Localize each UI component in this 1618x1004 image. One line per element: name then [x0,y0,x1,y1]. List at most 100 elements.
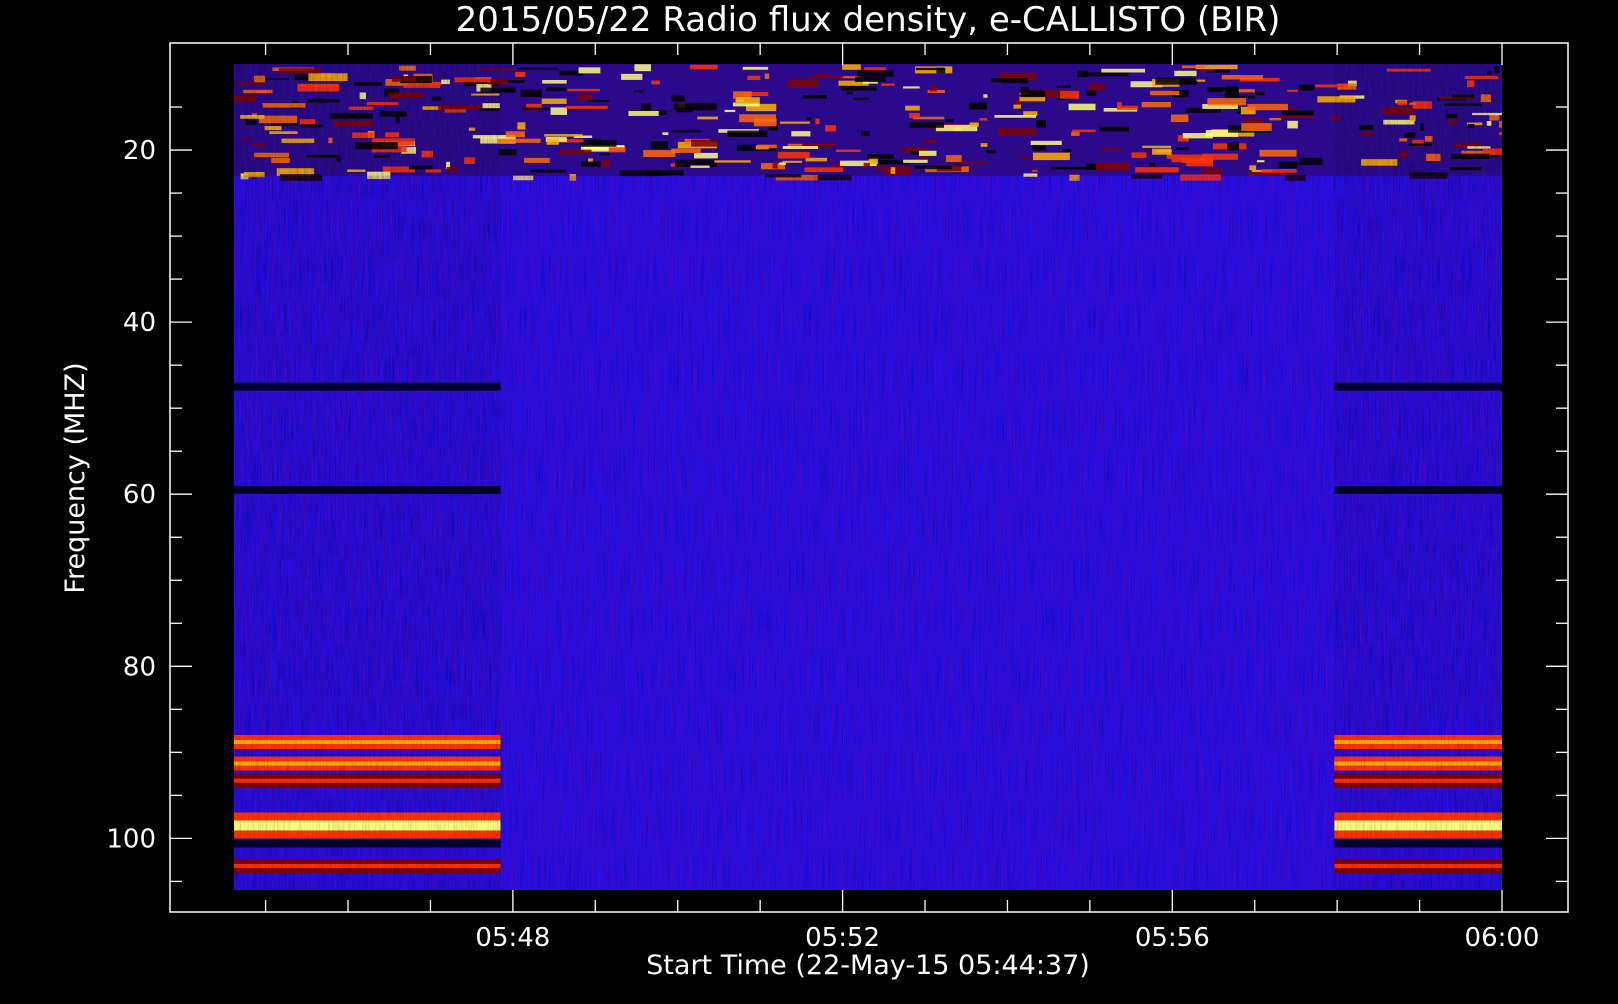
interference-speckle [1298,84,1315,91]
interference-speckle [861,130,870,136]
interference-speckle [980,143,988,147]
interference-speckle [867,153,895,159]
interference-speckle [676,107,693,113]
interference-speckle [1175,147,1189,150]
spectrogram-figure: 2015/05/22 Radio flux density, e-CALLIST… [0,0,1618,1000]
interference-speckle [842,64,861,70]
interference-speckle [1278,115,1314,118]
interference-speckle [520,89,542,98]
interference-speckle [530,169,567,173]
interference-speckle [546,138,559,145]
interference-speckle [550,107,568,115]
interference-speckle [736,97,760,104]
interference-speckle [1152,148,1172,155]
interference-speckle [782,145,819,149]
interference-speckle [633,90,643,93]
interference-speckle [1182,132,1213,139]
interference-speckle [1102,147,1122,151]
interference-speckle [691,139,718,147]
x-tick-label: 06:00 [1465,923,1540,953]
plot-area [234,64,1502,890]
chart-title: 2015/05/22 Radio flux density, e-CALLIST… [456,0,1281,40]
interference-speckle [909,121,945,128]
interference-speckle [918,150,937,156]
interference-speckle [566,105,608,109]
y-tick-label: 100 [106,824,156,854]
interference-speckle [1150,90,1180,96]
interference-speckle [890,167,896,174]
interference-speckle [1259,149,1297,157]
interference-speckle [497,138,541,143]
interference-speckle [1077,70,1088,78]
interference-speckle [914,165,953,170]
interference-speckle [836,149,861,153]
interference-speckle [1019,96,1046,102]
interference-speckle [1281,110,1314,116]
interference-speckle [580,139,617,147]
interference-speckle [643,150,676,158]
interference-speckle [969,102,987,110]
interference-speckle [544,134,583,137]
interference-speckle [772,161,778,169]
interference-speckle [1198,69,1214,72]
interference-speckle [542,80,567,84]
interference-speckle [1287,89,1298,92]
interference-speckle [959,161,987,164]
interference-speckle [747,75,761,81]
interference-speckle [608,147,626,153]
interference-speckle [994,115,1037,118]
interference-speckle [587,99,609,102]
interference-speckle [1278,161,1298,169]
interference-speckle [815,118,820,125]
interference-speckle [1059,91,1080,99]
x-tick-label: 05:52 [805,923,880,953]
interference-speckle [1256,160,1265,163]
interference-speckle [1116,105,1138,110]
interference-speckle [903,159,928,163]
interference-speckle [1072,129,1096,133]
interference-speckle [558,149,592,155]
interference-speckle [757,144,777,149]
interference-speckle [936,67,946,74]
interference-speckle [662,132,669,136]
interference-speckle [567,88,600,92]
x-tick-label: 05:56 [1135,923,1210,953]
interference-speckle [910,150,921,155]
spectrogram-chart: 2015/05/22 Radio flux density, e-CALLIST… [60,0,1569,981]
interference-speckle [1181,65,1205,69]
interference-speckle [650,141,668,149]
interference-speckle [764,73,770,79]
interference-speckle [1255,91,1265,96]
interference-speckle [1020,86,1030,91]
interference-speckle [1174,70,1197,77]
interference-speckle [857,70,894,77]
interference-speckle [521,107,550,111]
interference-speckle [690,64,718,70]
interference-speckle [505,131,525,138]
interference-speckle [714,160,751,163]
interference-speckle [516,67,558,70]
interference-speckle [1498,132,1502,136]
interference-speckle [1221,75,1263,80]
interference-speckle [1142,145,1172,148]
interference-speckle [517,122,526,130]
rfi-segment-texture [234,64,501,890]
interference-speckle [1095,162,1129,171]
interference-speckle [515,71,526,78]
interference-speckle [1099,126,1129,132]
rfi-segment-texture [1334,64,1502,890]
interference-speckle [841,86,877,91]
interference-speckle [640,103,652,111]
interference-speckle [1287,120,1298,129]
y-tick-label: 60 [123,480,156,510]
interference-speckle [581,161,601,167]
interference-speckle [816,74,828,77]
interference-speckle [825,125,837,132]
interference-speckle [1261,169,1297,173]
interference-speckle [742,66,769,70]
interference-speckle [929,85,937,92]
interference-speckle [621,73,643,80]
interference-speckle [979,118,988,121]
interference-speckle [651,80,660,85]
interference-speckle [601,159,610,168]
